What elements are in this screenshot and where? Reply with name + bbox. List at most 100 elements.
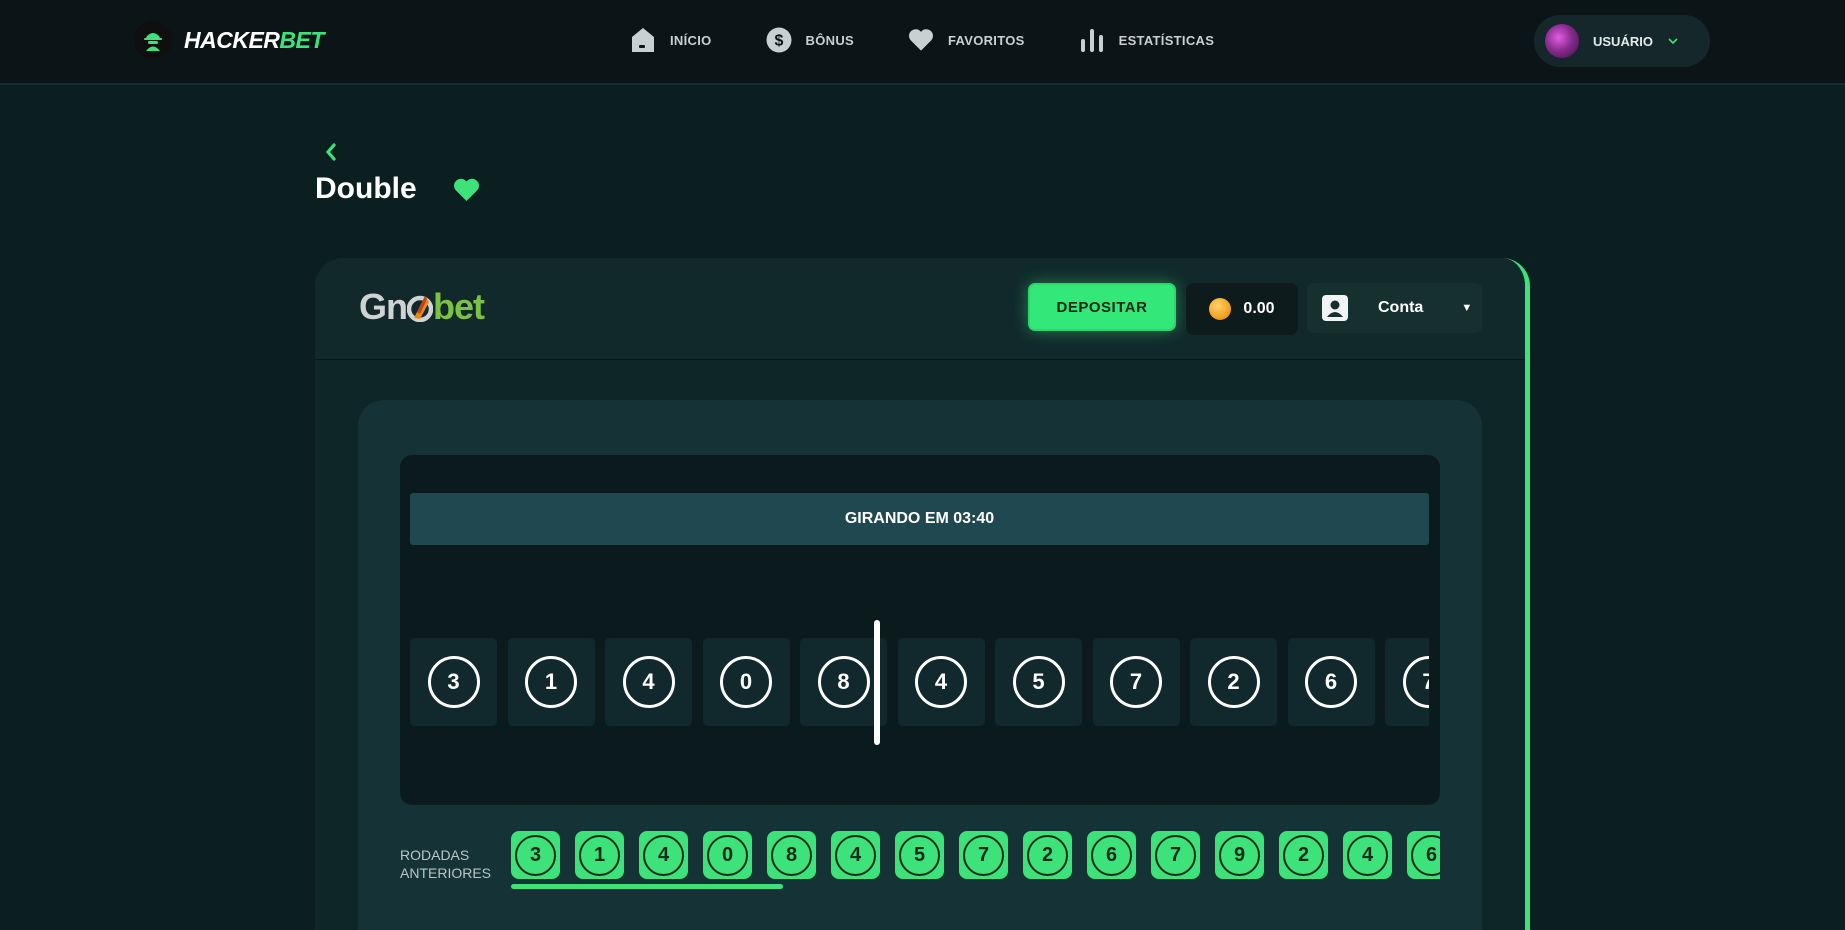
history-item: 2 — [1023, 831, 1072, 879]
user-label: USUÁRIO — [1593, 33, 1653, 49]
reel-tile: 4 — [605, 638, 692, 726]
nav-label-inicio: INÍCIO — [670, 32, 712, 48]
history-item: 6 — [1087, 831, 1136, 879]
reel-number: 3 — [427, 656, 480, 708]
history-number: 6 — [1091, 834, 1132, 876]
reel-tile: 3 — [410, 638, 497, 726]
caret-down-icon: ▼ — [1461, 302, 1473, 314]
history-number: 2 — [1283, 834, 1324, 876]
account-dropdown[interactable]: Conta ▼ — [1307, 283, 1482, 333]
brand-name-accent: BET — [279, 26, 324, 53]
history-number: 3 — [515, 834, 556, 876]
reel-number: 5 — [1012, 656, 1065, 708]
reel-tile: 2 — [1190, 638, 1277, 726]
history-item: 7 — [959, 831, 1008, 879]
history-number: 4 — [835, 834, 876, 876]
history-item: 3 — [511, 831, 560, 879]
heart-icon — [908, 27, 934, 53]
reel-number: 2 — [1207, 656, 1260, 708]
history-number: 8 — [771, 834, 812, 876]
brand-name: HACKERBET — [184, 27, 324, 54]
reel-number: 8 — [817, 656, 870, 708]
home-icon — [630, 27, 656, 53]
history-number: 7 — [963, 834, 1004, 876]
account-label: Conta — [1378, 299, 1424, 316]
history-number: 4 — [1347, 834, 1388, 876]
main-nav: INÍCIO $ BÔNUS FAVORITOS ESTATÍSTICAS — [630, 27, 1268, 53]
logo-part-2: bet — [433, 286, 485, 327]
history-number: 1 — [579, 834, 620, 876]
history-item: 2 — [1279, 831, 1328, 879]
history-item: 4 — [639, 831, 688, 879]
user-menu[interactable]: USUÁRIO — [1534, 15, 1710, 67]
page-title: Double — [315, 172, 417, 205]
game-card: GIRANDO EM 03:40 31408457267 RODADAS ANT… — [358, 400, 1482, 930]
logo-part-1: Gn — [359, 286, 408, 327]
brand-name-main: HACKER — [184, 26, 280, 53]
history-scrollbar[interactable] — [511, 884, 783, 889]
reel-number: 7 — [1110, 656, 1162, 708]
game-frame: Gn bet DEPOSITAR 0.00 Conta ▼ GIRANDO EM… — [315, 258, 1530, 930]
reel-number: 0 — [720, 656, 772, 708]
game-header: Gn bet DEPOSITAR 0.00 Conta ▼ — [315, 258, 1525, 360]
chevron-left-icon — [325, 143, 336, 161]
reel-tile: 4 — [897, 638, 985, 726]
svg-text:$: $ — [774, 33, 783, 50]
nav-item-estatisticas[interactable]: ESTATÍSTICAS — [1079, 27, 1215, 53]
reel-tile: 0 — [702, 638, 790, 726]
reel-tile: 1 — [507, 638, 595, 726]
favorite-heart-icon[interactable] — [453, 178, 480, 207]
back-button[interactable] — [322, 140, 340, 164]
balance-value: 0.00 — [1243, 300, 1275, 317]
spin-status: GIRANDO EM 03:40 — [410, 493, 1429, 545]
reel-number: 4 — [915, 656, 967, 708]
history-label-line2: ANTERIORES — [400, 865, 492, 881]
number-reel: 31408457267 — [410, 638, 1429, 726]
reel-tile: 6 — [1287, 638, 1375, 726]
reel-number: 1 — [525, 656, 577, 708]
history-item: 1 — [575, 831, 624, 879]
reel-tile: 7 — [1092, 638, 1180, 726]
history-number: 4 — [643, 834, 684, 876]
gnome-hat-icon — [406, 289, 434, 323]
history-item: 9 — [1215, 831, 1264, 879]
avatar — [1545, 24, 1579, 58]
nav-label-bonus: BÔNUS — [805, 32, 854, 48]
history-number: 7 — [1155, 834, 1196, 876]
balance-display: 0.00 — [1186, 283, 1298, 335]
dollar-icon: $ — [766, 27, 792, 53]
user-icon — [1322, 295, 1348, 321]
reel-tile: 7 — [1385, 638, 1429, 726]
history-number: 0 — [707, 834, 748, 876]
bar-chart-icon — [1079, 27, 1105, 53]
hacker-icon — [134, 21, 172, 59]
history-item: 4 — [1343, 831, 1392, 879]
reel-number: 4 — [622, 656, 675, 708]
nav-item-bonus[interactable]: $ BÔNUS — [766, 27, 854, 53]
chevron-down-icon — [1667, 32, 1679, 50]
nav-label-favoritos: FAVORITOS — [947, 32, 1025, 48]
history-number: 5 — [899, 834, 940, 876]
history-item: 7 — [1151, 831, 1200, 879]
hackerbet-logo[interactable]: HACKERBET — [134, 21, 324, 59]
history-label-line1: RODADAS — [400, 847, 470, 863]
reel-number: 6 — [1305, 656, 1357, 708]
nav-item-inicio[interactable]: INÍCIO — [630, 27, 712, 53]
reel-pointer — [874, 620, 880, 745]
history-item: 4 — [831, 831, 880, 879]
reel-number: 7 — [1402, 656, 1429, 708]
deposit-button[interactable]: DEPOSITAR — [1028, 283, 1176, 331]
nav-item-favoritos[interactable]: FAVORITOS — [908, 27, 1025, 53]
reel-tile: 5 — [995, 638, 1082, 726]
top-navbar: HACKERBET INÍCIO $ BÔNUS FAVORITOS ESTAT… — [0, 0, 1845, 85]
spin-stage: GIRANDO EM 03:40 31408457267 — [400, 455, 1440, 805]
coin-icon — [1209, 298, 1232, 320]
history-number: 2 — [1027, 834, 1068, 876]
nav-label-estatisticas: ESTATÍSTICAS — [1118, 32, 1215, 48]
history-item: 6 — [1407, 831, 1440, 879]
history-number: 9 — [1219, 834, 1260, 876]
previous-rounds[interactable]: 314084572679246 — [511, 831, 1440, 879]
history-item: 0 — [703, 831, 752, 879]
gnobet-logo: Gn bet — [359, 286, 485, 328]
history-number: 6 — [1411, 834, 1440, 876]
